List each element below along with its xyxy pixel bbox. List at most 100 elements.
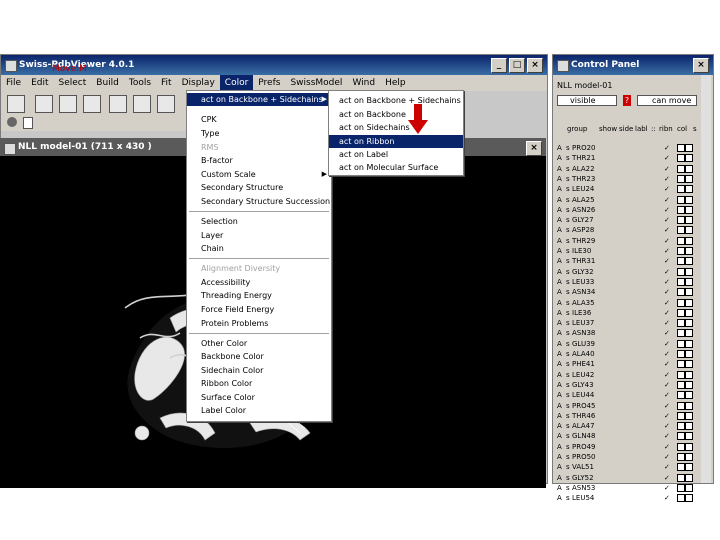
- menu-select[interactable]: Select: [54, 75, 92, 91]
- residue-ribbon-checkbox[interactable]: [677, 277, 685, 286]
- residue-color-checkbox[interactable]: [685, 391, 693, 400]
- residue-show-check[interactable]: ✓: [664, 153, 670, 163]
- submenu-item-backbone-sidechains[interactable]: act on Backbone + Sidechains: [329, 94, 463, 107]
- residue-color-checkbox[interactable]: [685, 247, 693, 255]
- residue-row[interactable]: As ASN26 ✓: [553, 205, 713, 215]
- residue-show-check[interactable]: ✓: [664, 390, 670, 400]
- residue-show-check[interactable]: ✓: [664, 246, 670, 256]
- residue-ribbon-checkbox[interactable]: [677, 483, 685, 492]
- close-button[interactable]: ×: [527, 58, 543, 73]
- residue-color-checkbox[interactable]: [685, 319, 693, 328]
- residue-color-checkbox[interactable]: [685, 442, 693, 451]
- residue-show-check[interactable]: ✓: [664, 205, 670, 215]
- residue-row[interactable]: As PRO49 ✓: [553, 442, 713, 452]
- residue-color-checkbox[interactable]: [685, 473, 693, 482]
- residue-color-checkbox[interactable]: [685, 483, 693, 492]
- menu-wind[interactable]: Wind: [347, 75, 380, 91]
- menu-item-cpk[interactable]: CPK: [187, 113, 331, 126]
- residue-show-check[interactable]: ✓: [664, 370, 670, 380]
- menu-item-threading-energy[interactable]: Threading Energy: [187, 289, 331, 302]
- residue-color-checkbox[interactable]: [685, 411, 693, 420]
- residue-ribbon-checkbox[interactable]: [677, 422, 685, 431]
- residue-show-check[interactable]: ✓: [664, 308, 670, 318]
- residue-color-checkbox[interactable]: [685, 463, 693, 472]
- residue-color-checkbox[interactable]: [685, 174, 693, 183]
- residue-row[interactable]: As ALA35 ✓: [553, 298, 713, 308]
- zoom-tool-icon[interactable]: [59, 95, 77, 113]
- residue-color-checkbox[interactable]: [685, 236, 693, 245]
- residue-show-check[interactable]: ✓: [664, 164, 670, 174]
- residue-show-check[interactable]: ✓: [664, 256, 670, 266]
- residue-ribbon-checkbox[interactable]: [677, 391, 685, 400]
- col-side[interactable]: side: [619, 125, 633, 133]
- residue-row[interactable]: As PRO45 ✓: [553, 401, 713, 411]
- residue-row[interactable]: As THR46 ✓: [553, 411, 713, 421]
- residue-ribbon-checkbox[interactable]: [677, 319, 685, 328]
- angle-tool-icon[interactable]: [133, 95, 151, 113]
- residue-ribbon-checkbox[interactable]: [677, 247, 685, 255]
- residue-ribbon-checkbox[interactable]: [677, 329, 685, 338]
- menu-item-other-color[interactable]: Other Color: [187, 337, 331, 350]
- residue-row[interactable]: As ALA47 ✓: [553, 421, 713, 431]
- menu-tools[interactable]: Tools: [124, 75, 156, 91]
- menu-prefs[interactable]: Prefs: [253, 75, 285, 91]
- menu-item-layer[interactable]: Layer: [187, 229, 331, 242]
- residue-color-checkbox[interactable]: [685, 380, 693, 389]
- menu-edit[interactable]: Edit: [26, 75, 53, 91]
- torsion-tool-icon[interactable]: [157, 95, 175, 113]
- maximize-button[interactable]: □: [509, 58, 525, 73]
- residue-color-checkbox[interactable]: [685, 257, 693, 266]
- submenu-item-molecular-surface[interactable]: act on Molecular Surface: [329, 161, 463, 174]
- residue-ribbon-checkbox[interactable]: [677, 185, 685, 194]
- control-panel-title-bar[interactable]: Control Panel ×: [553, 55, 713, 75]
- residue-show-check[interactable]: ✓: [664, 277, 670, 287]
- residue-row[interactable]: As THR23 ✓: [553, 174, 713, 184]
- col-s[interactable]: s: [693, 125, 697, 133]
- residue-ribbon-checkbox[interactable]: [677, 164, 685, 173]
- residue-row[interactable]: As PRO50 ✓: [553, 452, 713, 462]
- menu-item-accessibility[interactable]: Accessibility: [187, 276, 331, 289]
- menu-help[interactable]: Help: [380, 75, 411, 91]
- residue-row[interactable]: As GLY32 ✓: [553, 267, 713, 277]
- residue-ribbon-checkbox[interactable]: [677, 401, 685, 410]
- menu-item-ribbon-color[interactable]: Ribbon Color: [187, 377, 331, 390]
- menu-item-sidechain-color[interactable]: Sidechain Color: [187, 364, 331, 377]
- residue-color-checkbox[interactable]: [685, 195, 693, 204]
- col-group[interactable]: group: [567, 125, 587, 133]
- submenu-item-label[interactable]: act on Label: [329, 148, 463, 161]
- residue-show-check[interactable]: ✓: [664, 349, 670, 359]
- menu-item-chain[interactable]: Chain: [187, 242, 331, 255]
- menu-swissmodel[interactable]: SwissModel: [285, 75, 347, 91]
- residue-show-check[interactable]: ✓: [664, 483, 670, 493]
- residue-ribbon-checkbox[interactable]: [677, 411, 685, 420]
- move-hand-icon[interactable]: [35, 95, 53, 113]
- residue-row[interactable]: As PRO20 ✓: [553, 143, 713, 153]
- residue-color-checkbox[interactable]: [685, 453, 693, 461]
- residue-color-checkbox[interactable]: [685, 298, 693, 307]
- residue-color-checkbox[interactable]: [685, 494, 693, 503]
- residue-color-checkbox[interactable]: [685, 216, 693, 225]
- residue-color-checkbox[interactable]: [685, 360, 693, 369]
- col-ribn[interactable]: ribn: [659, 125, 673, 133]
- residue-ribbon-checkbox[interactable]: [677, 370, 685, 379]
- residue-color-checkbox[interactable]: [685, 308, 693, 317]
- residue-show-check[interactable]: ✓: [664, 174, 670, 184]
- residue-row[interactable]: As LEU44 ✓: [553, 390, 713, 400]
- menu-item-type[interactable]: Type: [187, 127, 331, 140]
- residue-row[interactable]: As LEU37 ✓: [553, 318, 713, 328]
- menu-item-secondary-structure-succession[interactable]: Secondary Structure Succession: [187, 195, 331, 208]
- residue-ribbon-checkbox[interactable]: [677, 442, 685, 451]
- residue-show-check[interactable]: ✓: [664, 339, 670, 349]
- residue-show-check[interactable]: ✓: [664, 215, 670, 225]
- residue-ribbon-checkbox[interactable]: [677, 308, 685, 317]
- residue-ribbon-checkbox[interactable]: [677, 174, 685, 183]
- residue-ribbon-checkbox[interactable]: [677, 360, 685, 369]
- menu-item-force-field-energy[interactable]: Force Field Energy: [187, 303, 331, 316]
- residue-row[interactable]: As LEU42 ✓: [553, 370, 713, 380]
- residue-color-checkbox[interactable]: [685, 185, 693, 194]
- col-labl[interactable]: labl: [635, 125, 648, 133]
- residue-show-check[interactable]: ✓: [664, 184, 670, 194]
- submenu-item-sidechains[interactable]: act on Sidechains: [329, 121, 463, 134]
- residue-show-check[interactable]: ✓: [664, 473, 670, 483]
- residue-row[interactable]: As ALA22 ✓: [553, 164, 713, 174]
